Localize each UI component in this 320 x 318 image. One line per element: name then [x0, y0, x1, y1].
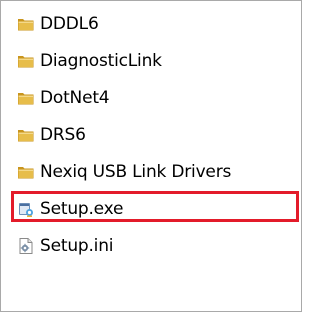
folder-icon	[17, 89, 35, 107]
file-item-drs6[interactable]: DRS6	[9, 116, 299, 153]
file-list: DDDL6 DiagnosticLink DotNet4 DRS6 Nexiq …	[9, 5, 299, 264]
file-name: Setup.exe	[40, 198, 124, 219]
folder-icon	[17, 52, 35, 70]
file-name: DotNet4	[40, 87, 110, 108]
folder-icon	[17, 163, 35, 181]
file-item-setup-ini[interactable]: Setup.ini	[9, 227, 299, 264]
file-item-nexiq-usb-link-drivers[interactable]: Nexiq USB Link Drivers	[9, 153, 299, 190]
file-name: DiagnosticLink	[40, 50, 162, 71]
setup-exe-icon	[17, 200, 35, 218]
settings-file-icon	[17, 237, 35, 255]
folder-icon	[17, 126, 35, 144]
file-item-dotnet4[interactable]: DotNet4	[9, 79, 299, 116]
file-name: DDDL6	[40, 13, 99, 34]
file-name: DRS6	[40, 124, 86, 145]
file-item-setup-exe[interactable]: Setup.exe	[9, 190, 299, 227]
file-explorer-list-frame: DDDL6 DiagnosticLink DotNet4 DRS6 Nexiq …	[0, 0, 302, 312]
file-item-diagnosticlink[interactable]: DiagnosticLink	[9, 42, 299, 79]
file-name: Setup.ini	[40, 235, 114, 256]
file-item-dddl6[interactable]: DDDL6	[9, 5, 299, 42]
file-name: Nexiq USB Link Drivers	[40, 161, 232, 182]
folder-icon	[17, 15, 35, 33]
